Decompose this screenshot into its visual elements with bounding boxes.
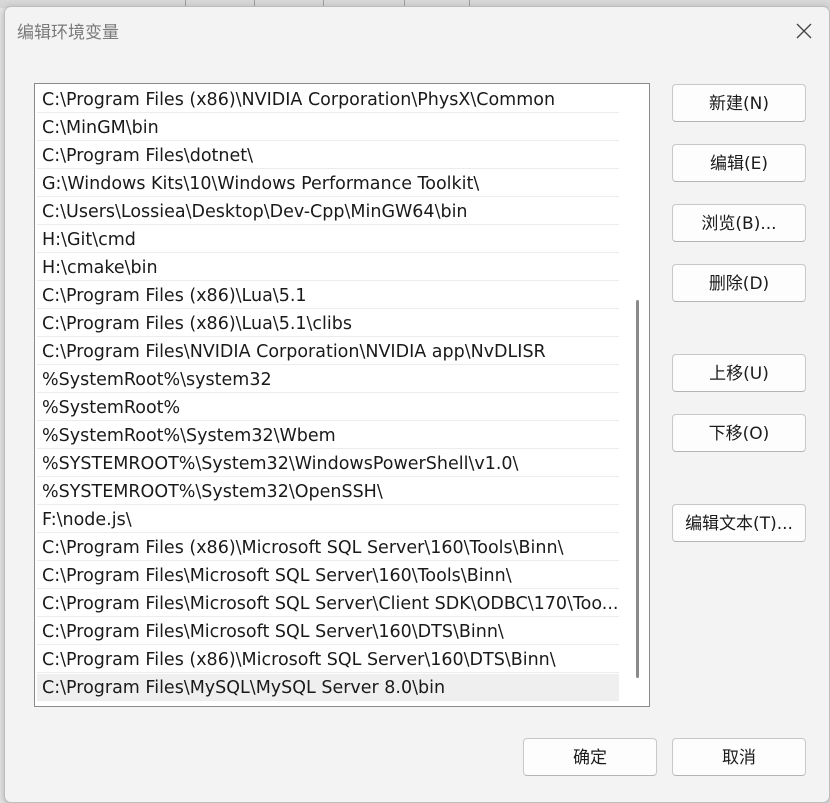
path-list-item[interactable]: C:\Program Files (x86)\Microsoft SQL Ser… — [37, 646, 619, 673]
move-up-button[interactable]: 上移(U) — [672, 354, 806, 392]
path-list-item[interactable]: C:\Program Files (x86)\NVIDIA Corporatio… — [37, 86, 619, 113]
edit-text-button[interactable]: 编辑文本(T)... — [672, 504, 806, 542]
path-list-item[interactable]: C:\Users\Lossiea\Desktop\Dev-Cpp\MinGW64… — [37, 198, 619, 225]
vertical-scrollbar[interactable] — [629, 84, 647, 706]
path-list-item[interactable]: C:\Program Files\Microsoft SQL Server\16… — [37, 562, 619, 589]
path-list-item[interactable]: G:\Windows Kits\10\Windows Performance T… — [37, 170, 619, 197]
path-list-item[interactable]: H:\Git\cmd — [37, 226, 619, 253]
cancel-button[interactable]: 取消 — [672, 738, 806, 776]
path-list-item[interactable]: F:\node.js\ — [37, 506, 619, 533]
close-icon — [796, 23, 812, 39]
browse-button[interactable]: 浏览(B)... — [672, 204, 806, 242]
path-list-item[interactable]: %SystemRoot% — [37, 394, 619, 421]
path-list-item[interactable]: C:\Program Files (x86)\Lua\5.1 — [37, 282, 619, 309]
path-list-item[interactable]: C:\MinGM\bin — [37, 114, 619, 141]
path-list-item[interactable]: C:\Program Files (x86)\Lua\5.1\clibs — [37, 310, 619, 337]
scrollbar-thumb[interactable] — [636, 300, 639, 678]
path-list-item[interactable]: C:\Program Files\dotnet\ — [37, 142, 619, 169]
title-bar: 编辑环境变量 — [5, 7, 829, 53]
delete-button[interactable]: 删除(D) — [672, 264, 806, 302]
edit-env-var-dialog: 编辑环境变量 C:\Program Files (x86)\NVIDIA Cor… — [4, 6, 830, 803]
path-list-item[interactable]: C:\Program Files\Microsoft SQL Server\Cl… — [37, 590, 619, 617]
move-down-button[interactable]: 下移(O) — [672, 414, 806, 452]
edit-button[interactable]: 编辑(E) — [672, 144, 806, 182]
path-list-item[interactable]: C:\Program Files\MySQL\MySQL Server 8.0\… — [37, 674, 619, 701]
path-list-item[interactable]: C:\Program Files (x86)\Microsoft SQL Ser… — [37, 534, 619, 561]
new-button[interactable]: 新建(N) — [672, 84, 806, 122]
path-list-item[interactable]: %SYSTEMROOT%\System32\OpenSSH\ — [37, 478, 619, 505]
dialog-title: 编辑环境变量 — [17, 23, 119, 43]
path-list-item[interactable]: %SystemRoot%\system32 — [37, 366, 619, 393]
path-list-item[interactable]: %SYSTEMROOT%\System32\WindowsPowerShell\… — [37, 450, 619, 477]
ok-button[interactable]: 确定 — [523, 738, 657, 776]
path-list-item[interactable]: C:\Program Files\NVIDIA Corporation\NVID… — [37, 338, 619, 365]
path-list-item[interactable]: H:\cmake\bin — [37, 254, 619, 281]
path-list-item[interactable]: C:\Program Files\Microsoft SQL Server\16… — [37, 618, 619, 645]
close-button[interactable] — [789, 17, 819, 45]
path-list-item[interactable]: %SystemRoot%\System32\Wbem — [37, 422, 619, 449]
path-list[interactable]: C:\Program Files (x86)\NVIDIA Corporatio… — [34, 83, 650, 707]
